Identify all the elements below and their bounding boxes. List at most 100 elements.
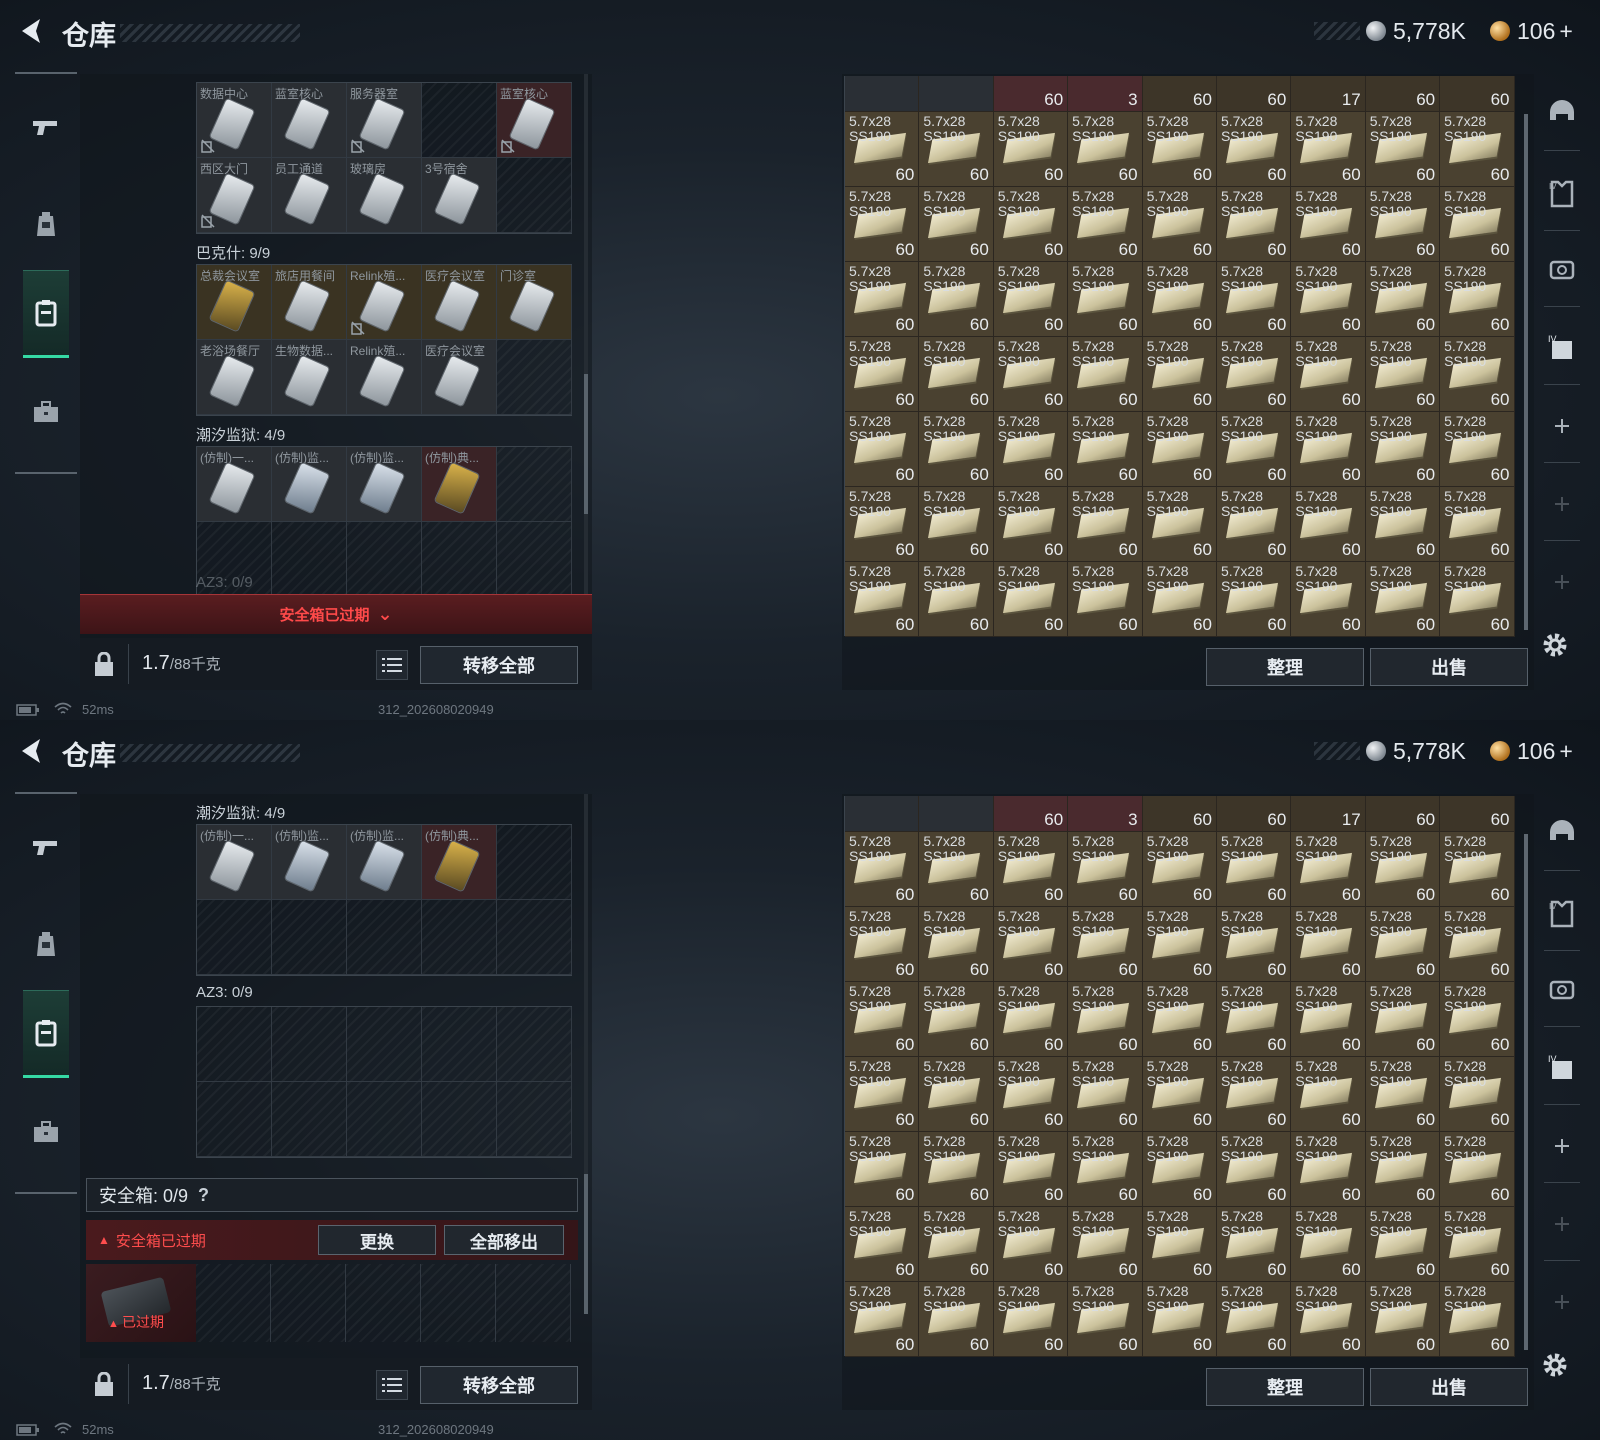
sort-button[interactable]: 整理 [1206,648,1364,686]
nav-keys[interactable] [23,990,69,1078]
empty-slot[interactable] [497,522,572,594]
ammo-item[interactable]: 5.7x28 SS190 60 [1142,1132,1217,1207]
ammo-item[interactable]: 5.7x28 SS190 60 [1365,832,1441,907]
equipment-slot[interactable] [1542,1204,1582,1244]
ammo-item[interactable]: 5.7x28 SS190 60 [1291,562,1366,637]
keycard-slot[interactable]: 总裁会议室 [197,265,272,340]
nav-items[interactable] [23,1088,69,1176]
container-list[interactable]: 数据中心 蓝室核心 服务器室 蓝室核心 西区大门 员工通道 玻璃房 3号宿舍 巴克什: 9/9 总… [80,74,592,594]
ammo-item[interactable]: 5.7x28 SS190 60 [919,1207,994,1282]
equipment-slot[interactable]: IV [1542,1048,1582,1088]
keycard-slot[interactable]: 蓝室核心 [497,83,572,158]
ammo-item[interactable]: 5.7x28 SS190 60 [993,262,1069,337]
ammo-item[interactable]: 5.7x28 SS190 60 [1216,187,1292,262]
ammo-item[interactable]: 5.7x28 SS190 60 [1216,262,1292,337]
ammo-item[interactable]: 5.7x28 SS190 60 [1216,112,1292,187]
settings-gear-icon[interactable] [1540,630,1570,660]
safebox-item[interactable]: ▲ 已过期 [86,1264,196,1342]
ammo-item[interactable]: 5.7x28 SS190 60 [919,1057,994,1132]
stash-item-partial[interactable]: 60 [1440,796,1515,832]
ammo-item[interactable]: 5.7x28 SS190 60 [845,1132,920,1207]
ammo-item[interactable]: 5.7x28 SS190 60 [1365,982,1441,1057]
ammo-item[interactable]: 5.7x28 SS190 60 [1440,832,1515,907]
ammo-item[interactable]: 5.7x28 SS190 60 [1142,982,1217,1057]
ammo-item[interactable]: 5.7x28 SS190 60 [845,982,920,1057]
ammo-item[interactable]: 5.7x28 SS190 60 [993,1282,1069,1357]
ammo-item[interactable]: 5.7x28 SS190 60 [1142,487,1217,562]
ammo-item[interactable]: 5.7x28 SS190 60 [993,187,1069,262]
ammo-item[interactable]: 5.7x28 SS190 60 [1068,832,1143,907]
ammo-item[interactable]: 5.7x28 SS190 60 [993,337,1069,412]
container-scrollbar[interactable] [584,74,588,594]
ammo-item[interactable]: 5.7x28 SS190 60 [845,562,920,637]
keycard-slot[interactable]: (仿制)一... [197,825,272,900]
keycard-slot[interactable]: 西区大门 [197,158,272,233]
ammo-item[interactable]: 5.7x28 SS190 60 [1440,982,1515,1057]
ammo-item[interactable]: 5.7x28 SS190 60 [993,907,1069,982]
keycard-slot[interactable]: (仿制)监... [272,447,347,522]
ammo-item[interactable]: 5.7x28 SS190 60 [1216,1132,1292,1207]
transfer-all-button[interactable]: 转移全部 [420,646,578,684]
ammo-item[interactable]: 5.7x28 SS190 60 [1365,337,1441,412]
keycard-slot[interactable]: 医疗会议室 [422,340,497,415]
ammo-item[interactable]: 5.7x28 SS190 60 [1291,832,1366,907]
empty-slot[interactable] [497,900,572,975]
ammo-item[interactable]: 5.7x28 SS190 60 [1068,337,1143,412]
stash-item-partial[interactable]: 3 [1068,76,1143,112]
remove-all-button[interactable]: 全部移出 [444,1225,564,1255]
equipment-slot[interactable] [1542,970,1582,1010]
ammo-item[interactable]: 5.7x28 SS190 60 [1142,187,1217,262]
ammo-item[interactable]: 5.7x28 SS190 60 [1365,562,1441,637]
empty-slot[interactable] [347,1007,422,1082]
ammo-item[interactable]: 5.7x28 SS190 60 [919,832,994,907]
ammo-item[interactable]: 5.7x28 SS190 60 [1291,1057,1366,1132]
stash-item-partial[interactable]: 60 [1142,796,1217,832]
ammo-item[interactable]: 5.7x28 SS190 60 [1440,262,1515,337]
ammo-item[interactable]: 5.7x28 SS190 60 [1440,907,1515,982]
gold-currency[interactable]: 106 + [1490,736,1573,766]
ammo-item[interactable]: 5.7x28 SS190 60 [993,487,1069,562]
ammo-item[interactable]: 5.7x28 SS190 60 [1365,487,1441,562]
ammo-item[interactable]: 5.7x28 SS190 60 [845,112,920,187]
equipment-slot[interactable] [1542,94,1582,134]
ammo-item[interactable]: 5.7x28 SS190 60 [993,982,1069,1057]
ammo-item[interactable]: 5.7x28 SS190 60 [1365,1207,1441,1282]
empty-slot[interactable] [197,1082,272,1157]
stash-item-partial[interactable]: 60 [993,796,1069,832]
ammo-item[interactable]: 5.7x28 SS190 60 [1440,487,1515,562]
ammo-item[interactable]: 5.7x28 SS190 60 [1365,412,1441,487]
ammo-item[interactable]: 5.7x28 SS190 60 [993,562,1069,637]
ammo-item[interactable]: 5.7x28 SS190 60 [1068,1282,1143,1357]
keycard-slot[interactable]: 老浴场餐厅 [197,340,272,415]
equipment-slot[interactable] [1542,814,1582,854]
ammo-item[interactable]: 5.7x28 SS190 60 [1068,982,1143,1057]
empty-slot[interactable] [272,522,347,594]
ammo-item[interactable]: 5.7x28 SS190 60 [1291,112,1366,187]
ammo-item[interactable]: 5.7x28 SS190 60 [1216,982,1292,1057]
ammo-item[interactable]: 5.7x28 SS190 60 [845,1282,920,1357]
ammo-item[interactable]: 5.7x28 SS190 60 [1291,337,1366,412]
stash-item-partial[interactable]: 60 [1365,796,1441,832]
ammo-item[interactable]: 5.7x28 SS190 60 [1068,187,1143,262]
keycard-slot[interactable]: (仿制)一... [197,447,272,522]
keycard-slot[interactable]: (仿制)监... [347,825,422,900]
stash-grid[interactable]: 60 3 60 60 17 60 60 5.7x28 SS190 60 5.7x28 SS190 6… [844,796,1515,1357]
ammo-item[interactable]: 5.7x28 SS190 60 [1142,1057,1217,1132]
ammo-item[interactable]: 5.7x28 SS190 60 [1216,832,1292,907]
replace-button[interactable]: 更换 [318,1225,436,1255]
sort-button[interactable]: 整理 [1206,1368,1364,1406]
ammo-item[interactable]: 5.7x28 SS190 60 [1365,112,1441,187]
equipment-slot[interactable]: IV [1542,894,1582,934]
ammo-item[interactable]: 5.7x28 SS190 60 [1216,1057,1292,1132]
empty-slot[interactable] [497,1082,572,1157]
list-view-button[interactable] [376,1370,408,1400]
ammo-item[interactable]: 5.7x28 SS190 60 [919,337,994,412]
ammo-item[interactable]: 5.7x28 SS190 60 [993,832,1069,907]
gold-currency[interactable]: 106 + [1490,16,1573,46]
keycard-slot[interactable]: 员工通道 [272,158,347,233]
ammo-item[interactable]: 5.7x28 SS190 60 [1068,562,1143,637]
empty-slot[interactable] [197,1007,272,1082]
nav-items[interactable] [23,368,69,456]
empty-slot[interactable] [422,1007,497,1082]
ammo-item[interactable]: 5.7x28 SS190 60 [919,562,994,637]
